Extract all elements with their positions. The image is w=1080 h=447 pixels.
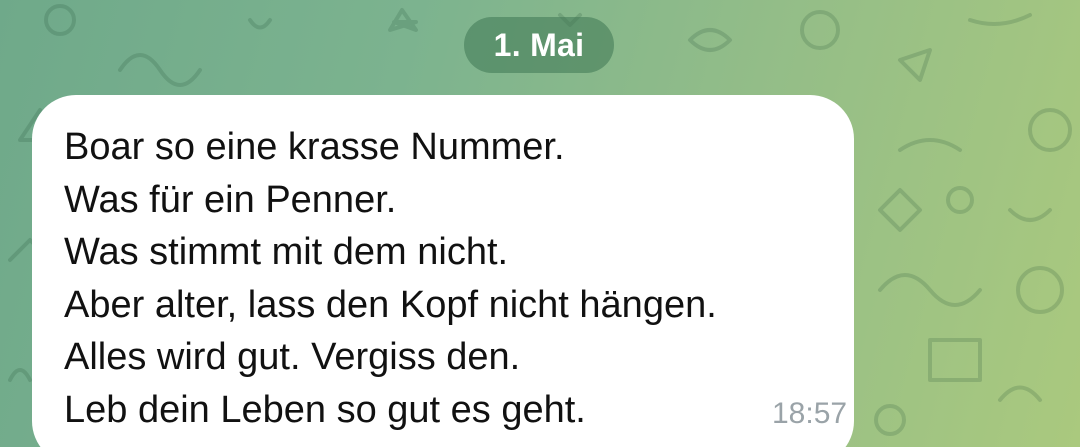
message-line: Was für ein Penner.: [64, 178, 397, 221]
message-line: Aber alter, lass den Kopf nicht hängen.: [64, 283, 717, 326]
message-line: Leb dein Leben so gut es geht.: [64, 388, 586, 431]
message-timestamp: 18:57: [772, 397, 848, 430]
date-separator: 1. Mai: [464, 17, 614, 73]
date-separator-label: 1. Mai: [493, 26, 585, 63]
message-line: Alles wird gut. Vergiss den.: [64, 336, 521, 378]
message-line: Was stimmt mit dem nicht.: [64, 231, 509, 273]
message-text: Boar so eine krasse Nummer. Was für ein …: [64, 121, 824, 436]
message-bubble[interactable]: Boar so eine krasse Nummer. Was für ein …: [32, 95, 854, 447]
message-line: Boar so eine krasse Nummer.: [64, 126, 565, 168]
